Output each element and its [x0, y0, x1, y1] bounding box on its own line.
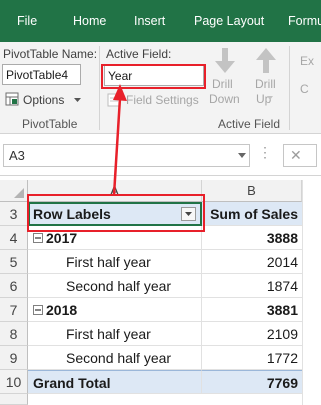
sales-value-cell[interactable]: 1874: [202, 274, 302, 298]
chevron-down-icon: [74, 98, 81, 102]
year-group-cell[interactable]: 2018: [28, 298, 202, 322]
annotation-row-labels-box: [27, 194, 205, 232]
row-header[interactable]: 9: [0, 346, 28, 370]
active-field-group-label: Active Field: [218, 117, 281, 131]
half-year-label: Second half year: [66, 278, 172, 294]
row-header[interactable]: 5: [0, 250, 28, 274]
cancel-entry-button[interactable]: ✕: [283, 144, 317, 167]
half-year-cell[interactable]: Second half year: [28, 346, 202, 370]
collapse-icon[interactable]: [33, 233, 43, 243]
drill-up-label-line1: Drill: [255, 77, 276, 91]
half-year-cell[interactable]: First half year: [28, 250, 202, 274]
drill-up-button[interactable]: Drill Up: [250, 48, 282, 114]
active-field-label: Active Field:: [106, 47, 172, 61]
select-all-corner[interactable]: [0, 180, 28, 202]
column-header-b[interactable]: B: [202, 180, 302, 202]
expand-field-partial[interactable]: Ex: [300, 54, 314, 68]
name-box-value: A3: [9, 148, 25, 163]
row-header[interactable]: 7: [0, 298, 28, 322]
drill-down-icon: [215, 48, 235, 73]
collapse-field-partial[interactable]: C: [300, 82, 309, 96]
row-header[interactable]: 3: [0, 202, 28, 226]
options-button[interactable]: Options: [3, 90, 93, 110]
pivottable-name-input[interactable]: PivotTable4: [2, 64, 81, 85]
half-year-label: First half year: [66, 254, 151, 270]
drill-up-icon: [256, 48, 276, 73]
tab-insert[interactable]: Insert: [134, 14, 165, 28]
tab-home[interactable]: Home: [73, 14, 106, 28]
close-icon: ✕: [290, 147, 302, 163]
row-header[interactable]: 6: [0, 274, 28, 298]
annotation-arrow: [112, 84, 127, 196]
grid-right-edge: [302, 180, 321, 405]
chevron-down-icon: [267, 96, 273, 100]
formula-bar: A3 ⋮ ✕ fx: [0, 134, 321, 176]
tab-file[interactable]: File: [17, 14, 37, 28]
options-label: Options: [23, 93, 65, 107]
tab-page-layout[interactable]: Page Layout: [194, 14, 264, 28]
half-year-label: First half year: [66, 326, 151, 342]
field-settings-label: Field Settings: [126, 93, 199, 107]
grand-total-label-cell[interactable]: Grand Total: [28, 370, 202, 394]
chevron-down-icon: [238, 153, 246, 158]
sales-value-cell[interactable]: 2014: [202, 250, 302, 274]
drill-down-label-line1: Drill: [212, 77, 233, 91]
formula-bar-dots-icon: ⋮: [258, 144, 272, 160]
select-all-triangle-icon: [14, 188, 24, 198]
half-year-cell[interactable]: First half year: [28, 322, 202, 346]
grand-total-label: Grand Total: [33, 375, 111, 391]
sum-of-sales-header-cell[interactable]: Sum of Sales: [202, 202, 302, 226]
group-separator: [289, 46, 290, 130]
sales-value-cell[interactable]: 1772: [202, 346, 302, 370]
half-year-label: Second half year: [66, 350, 172, 366]
pivottable-name-label: PivotTable Name:: [3, 47, 98, 61]
row-header[interactable]: [0, 394, 28, 405]
year-subtotal-cell[interactable]: 3888: [202, 226, 302, 250]
row-header[interactable]: 10: [0, 370, 28, 394]
drill-down-label-line2: Down: [209, 92, 240, 106]
row-header[interactable]: 4: [0, 226, 28, 250]
drill-down-button[interactable]: Drill Down: [207, 48, 243, 114]
options-icon: [5, 92, 19, 106]
pivottable-group-label: PivotTable: [22, 117, 78, 131]
half-year-cell[interactable]: Second half year: [28, 274, 202, 298]
tab-formulas[interactable]: Formu: [288, 14, 321, 28]
collapse-icon[interactable]: [33, 305, 43, 315]
year-subtotal-cell[interactable]: 3881: [202, 298, 302, 322]
group-separator: [99, 46, 100, 130]
grand-total-value-cell[interactable]: 7769: [202, 370, 302, 394]
ribbon-tab-bar: File Home Insert Page Layout Formu: [0, 0, 321, 42]
row-header[interactable]: 8: [0, 322, 28, 346]
sales-value-cell[interactable]: 2109: [202, 322, 302, 346]
